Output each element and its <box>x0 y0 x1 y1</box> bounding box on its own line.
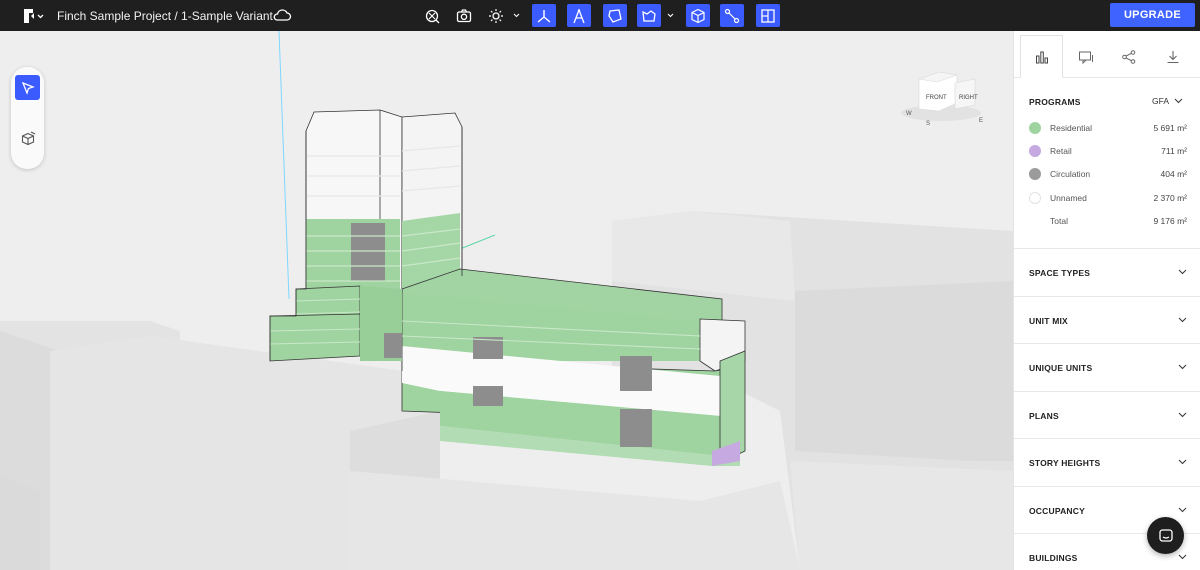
boundary-icon <box>608 8 622 23</box>
site-shape-dropdown-chevron-icon[interactable] <box>667 12 674 19</box>
section-unit-mix[interactable]: UNIT MIX <box>1014 296 1200 344</box>
sun-dropdown-chevron-icon[interactable] <box>513 12 520 19</box>
program-row-circulation[interactable]: Circulation 404 m² <box>1029 167 1187 181</box>
cursor-arrow-icon <box>21 81 35 95</box>
section-label: UNIT MIX <box>1029 316 1068 326</box>
sun-icon <box>489 8 503 23</box>
svg-text:E: E <box>979 118 983 124</box>
chat-support-button[interactable] <box>1147 517 1184 554</box>
section-label: STORY HEIGHTS <box>1029 458 1101 468</box>
chevron-down-icon <box>1178 507 1187 513</box>
download-icon <box>1167 50 1178 63</box>
site-shape-icon <box>642 9 656 22</box>
section-label: BUILDINGS <box>1029 553 1078 563</box>
upgrade-button[interactable]: UPGRADE <box>1110 3 1195 27</box>
programs-title: PROGRAMS <box>1029 97 1081 107</box>
section-label: OCCUPANCY <box>1029 506 1085 516</box>
circulation-color-swatch <box>1029 168 1041 180</box>
section-unique-units[interactable]: UNIQUE UNITS <box>1014 343 1200 391</box>
program-name: Total <box>1050 216 1068 226</box>
right-panel: PROGRAMS GFA Residential 5 691 m² Retail… <box>1013 31 1200 570</box>
zoom-fit-icon <box>425 9 440 23</box>
measure-tool-button[interactable] <box>567 4 591 27</box>
camera-icon <box>456 8 472 22</box>
sun-settings-button[interactable] <box>484 4 508 27</box>
share-nodes-icon <box>1121 49 1135 64</box>
view-cube[interactable]: FRONT RIGHT W S E <box>897 69 985 127</box>
bar-chart-icon <box>1035 51 1048 63</box>
program-value: 711 m² <box>1161 146 1187 156</box>
zoom-fit-button[interactable] <box>420 4 444 27</box>
cloud-sync-icon[interactable] <box>272 8 292 22</box>
svg-text:FRONT: FRONT <box>926 95 947 101</box>
program-row-retail[interactable]: Retail 711 m² <box>1029 144 1187 158</box>
floorplan-icon <box>761 8 775 23</box>
program-name: Residential <box>1050 123 1093 133</box>
program-name: Unnamed <box>1050 193 1087 203</box>
comment-icon <box>1078 51 1093 64</box>
program-row-total: Total 9 176 m² <box>1029 214 1187 228</box>
site-shape-tool-button[interactable] <box>637 4 661 27</box>
viewport-toolbox <box>11 67 44 169</box>
program-value: 9 176 m² <box>1153 216 1187 226</box>
panel-tabs <box>1014 31 1200 78</box>
connect-tool-button[interactable] <box>720 4 744 27</box>
measure-icon <box>573 8 585 23</box>
section-label: UNIQUE UNITS <box>1029 363 1093 373</box>
top-bar: Finch Sample Project / 1-Sample Variant … <box>0 0 1200 31</box>
section-space-types[interactable]: SPACE TYPES <box>1014 248 1200 296</box>
svg-text:W: W <box>906 111 912 117</box>
tab-download[interactable] <box>1151 35 1194 78</box>
section-story-heights[interactable]: STORY HEIGHTS <box>1014 438 1200 486</box>
chevron-down-icon <box>1178 554 1187 560</box>
svg-text:RIGHT: RIGHT <box>959 95 978 101</box>
section-label: SPACE TYPES <box>1029 268 1091 278</box>
tab-statistics[interactable] <box>1020 35 1063 78</box>
tab-share[interactable] <box>1107 35 1150 78</box>
axes-tool-button[interactable] <box>532 4 556 27</box>
screenshot-button[interactable] <box>452 4 476 27</box>
svg-text:S: S <box>926 121 930 127</box>
chevron-down-icon <box>1178 459 1187 465</box>
volume-tool-button[interactable] <box>686 4 710 27</box>
connect-nodes-icon <box>724 8 740 23</box>
add-mass-tool-button[interactable] <box>15 126 40 151</box>
program-name: Retail <box>1050 146 1072 156</box>
select-tool-button[interactable] <box>15 75 40 100</box>
metric-select-value: GFA <box>1152 96 1170 106</box>
section-plans[interactable]: PLANS <box>1014 391 1200 439</box>
chat-bubble-icon <box>1158 528 1173 542</box>
box-edit-icon <box>21 131 35 145</box>
program-value: 2 370 m² <box>1153 193 1187 203</box>
boundary-tool-button[interactable] <box>603 4 627 27</box>
program-name: Circulation <box>1050 169 1091 179</box>
building-model-scene[interactable] <box>0 31 1013 570</box>
axes-icon <box>537 9 551 23</box>
program-value: 404 m² <box>1160 169 1187 179</box>
chevron-down-icon <box>1178 364 1187 370</box>
unnamed-color-swatch <box>1029 192 1041 204</box>
retail-color-swatch <box>1029 145 1041 157</box>
floorplan-tool-button[interactable] <box>756 4 780 27</box>
project-breadcrumb[interactable]: Finch Sample Project / 1-Sample Variant <box>57 9 273 23</box>
chevron-down-icon <box>1178 269 1187 275</box>
program-row-unnamed[interactable]: Unnamed 2 370 m² <box>1029 191 1187 205</box>
finch-logo-icon[interactable] <box>22 7 44 25</box>
section-label: PLANS <box>1029 411 1059 421</box>
residential-color-swatch <box>1029 122 1041 134</box>
chevron-down-icon <box>1174 98 1183 104</box>
program-value: 5 691 m² <box>1153 123 1187 133</box>
3d-viewport[interactable]: FRONT RIGHT W S E <box>0 31 1013 570</box>
metric-select[interactable]: GFA <box>1152 96 1183 106</box>
tab-comments[interactable] <box>1064 35 1107 78</box>
chevron-down-icon <box>1178 412 1187 418</box>
chevron-down-icon <box>1178 317 1187 323</box>
program-row-residential[interactable]: Residential 5 691 m² <box>1029 121 1187 135</box>
box-volume-icon <box>691 8 705 23</box>
